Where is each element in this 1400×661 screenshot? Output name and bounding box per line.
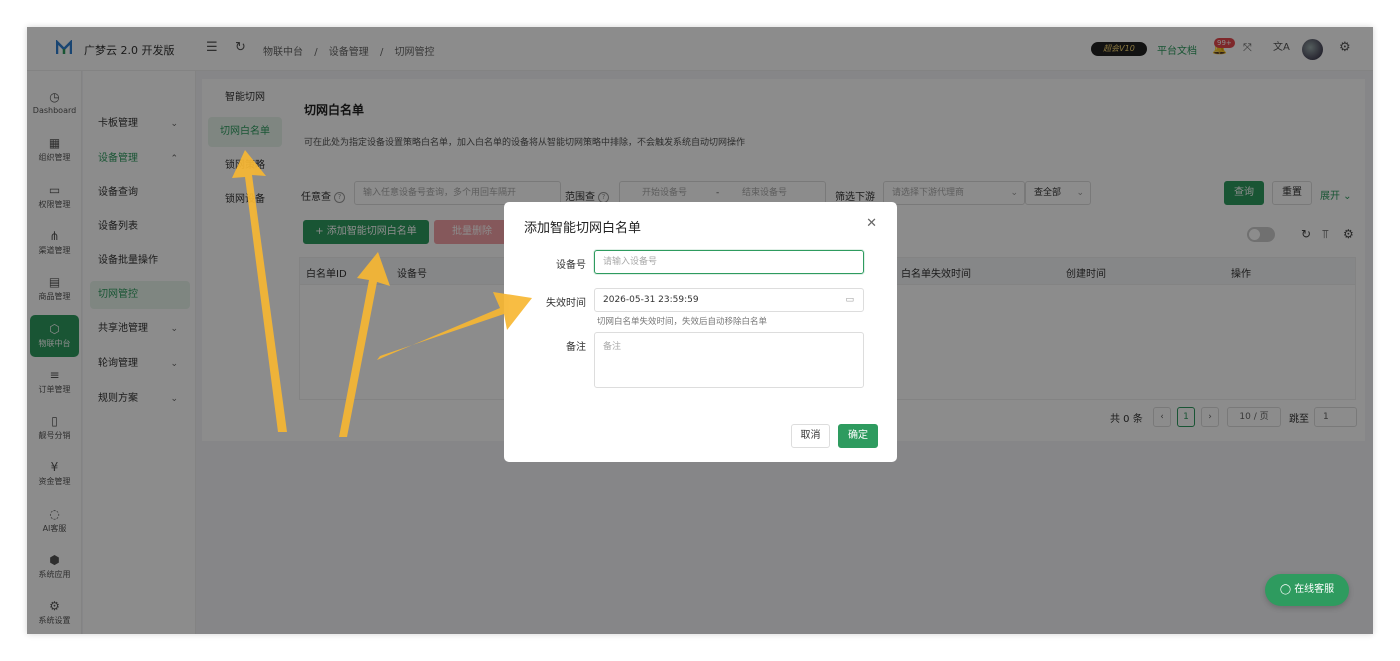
device-input[interactable]: 请输入设备号 <box>594 250 864 274</box>
calendar-icon: ▭ <box>845 295 854 305</box>
device-label: 设备号 <box>556 260 586 271</box>
online-service-button[interactable]: ◯ 在线客服 <box>1265 574 1349 606</box>
remark-label: 备注 <box>566 342 586 353</box>
app-window: 广梦云 2.0 开发版 ☰ ↻ 物联中台 / 设备管理 / 切网管控 超会V10… <box>27 27 1373 634</box>
chat-icon: ◯ <box>1279 584 1295 595</box>
expire-value: 2026-05-31 23:59:59 <box>603 295 699 305</box>
cancel-button[interactable]: 取消 <box>791 424 830 448</box>
close-icon[interactable]: ✕ <box>866 216 877 231</box>
expire-help-text: 切网白名单失效时间，失效后自动移除白名单 <box>597 317 768 327</box>
add-whitelist-dialog: 添加智能切网白名单 ✕ 设备号 请输入设备号 失效时间 2026-05-31 2… <box>504 202 897 462</box>
expire-label: 失效时间 <box>546 298 586 309</box>
online-service-label: 在线客服 <box>1294 584 1335 595</box>
dialog-title: 添加智能切网白名单 <box>524 221 642 236</box>
remark-textarea[interactable]: 备注 <box>594 332 864 388</box>
confirm-button[interactable]: 确定 <box>838 424 878 448</box>
expire-date-picker[interactable]: 2026-05-31 23:59:59 ▭ <box>594 288 864 312</box>
